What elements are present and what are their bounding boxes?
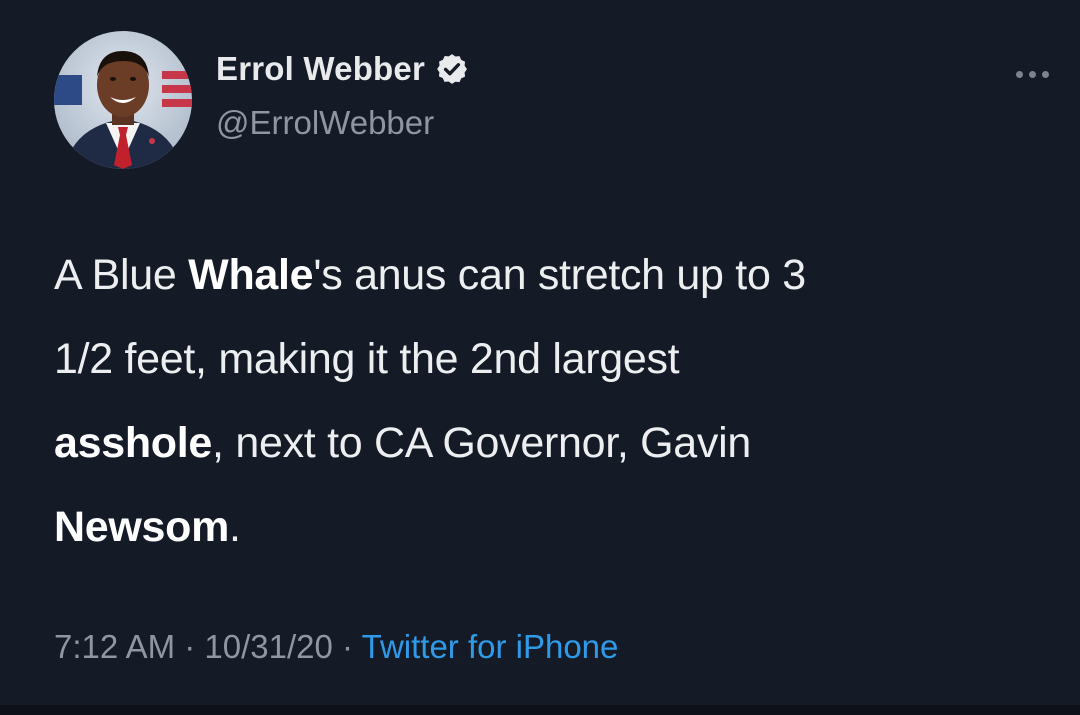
tweet-text-segment: 's anus can stretch up to 3	[313, 251, 806, 299]
tweet-time[interactable]: 7:12 AM	[54, 628, 175, 665]
more-dot-icon	[1029, 70, 1036, 78]
author-display-name[interactable]: Errol Webber	[216, 50, 425, 88]
tweet-text-segment: , next to CA Governor, Gavin	[212, 419, 751, 467]
tweet-source-link[interactable]: Twitter for iPhone	[362, 628, 619, 665]
tweet-text-segment: 1/2 feet, making it the 2nd largest	[54, 335, 680, 383]
tweet-text-segment: .	[229, 503, 241, 551]
tweet-text-segment: A Blue	[54, 251, 189, 299]
bottom-divider	[0, 705, 1080, 715]
tweet-text-bold: Newsom	[54, 503, 230, 551]
tweet-meta: 7:12 AM · 10/31/20 · Twitter for iPhone	[54, 628, 618, 666]
tweet-date[interactable]: 10/31/20	[204, 628, 332, 665]
more-dot-icon	[1016, 70, 1023, 78]
tweet-text: A Blue Whale's anus can stretch up to 3 1…	[54, 233, 1064, 569]
verified-badge-icon	[437, 54, 468, 84]
tweet-text-bold: Whale	[188, 251, 314, 299]
author-handle[interactable]: @ErrolWebber	[216, 104, 434, 142]
author-name-row: Errol Webber	[216, 50, 469, 88]
tweet-text-bold: asshole	[54, 419, 213, 467]
meta-separator: ·	[175, 628, 205, 665]
avatar[interactable]	[54, 31, 192, 169]
tweet-card: Errol Webber @ErrolWebber A Blue Whale's…	[0, 0, 1080, 715]
more-options-icon[interactable]	[1016, 66, 1064, 82]
meta-separator: ·	[332, 628, 362, 665]
more-dot-icon	[1042, 70, 1049, 78]
